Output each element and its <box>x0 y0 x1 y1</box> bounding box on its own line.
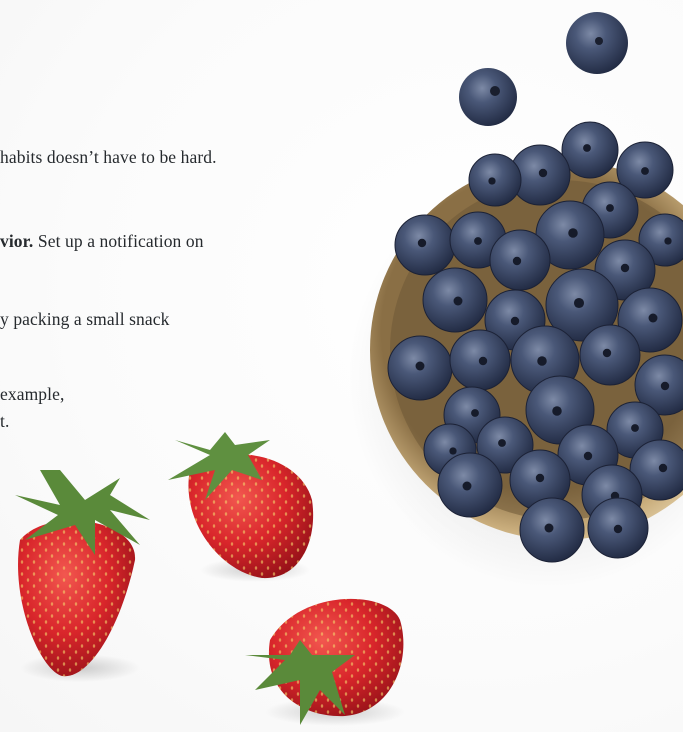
article-text: habits doesn’t have to be hard. vior. Se… <box>0 0 683 732</box>
photo-page: habits doesn’t have to be hard. vior. Se… <box>0 0 683 732</box>
text-line-2-rest: Set up a notification on <box>33 231 204 251</box>
text-line-4: example, <box>0 384 65 404</box>
text-line-2-bold: vior. <box>0 231 34 251</box>
text-line-1: habits doesn’t have to be hard. <box>0 147 217 167</box>
text-line-3: y packing a small snack <box>0 309 170 329</box>
text-line-2: vior. Set up a notification on <box>0 231 204 252</box>
text-line-5: t. <box>0 411 10 431</box>
